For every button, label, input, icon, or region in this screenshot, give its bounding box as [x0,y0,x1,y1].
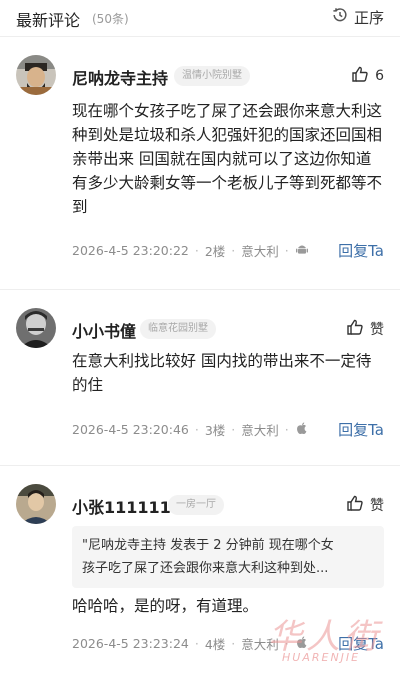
floor-number: 2楼 [204,244,226,259]
reply-button[interactable]: 回复Ta [338,419,384,440]
quote-text-line: 孩子吃了屎了还会跟你来意大利这种到处... [82,561,329,576]
like-count: 6 [375,68,384,84]
like-button[interactable]: 6 [351,65,384,87]
floor-number: 3楼 [204,423,226,438]
comment-item: 小张111111 一房一厅 赞 "尼呐龙寺主持 发表于 2 分钟前 现在哪个女 … [0,466,400,675]
comment-body: 哈哈哈，是的呀，有道理。 [72,597,259,615]
user-badge: 温情小院别墅 [174,66,250,86]
avatar[interactable] [16,484,56,524]
clock-icon [331,6,349,28]
thumbs-up-icon [346,318,364,340]
section-title: 最新评论 [16,11,81,30]
reply-button[interactable]: 回复Ta [338,633,384,654]
like-count: 赞 [370,498,384,514]
quoted-comment[interactable]: "尼呐龙寺主持 发表于 2 分钟前 现在哪个女 孩子吃了屎了还会跟你来意大利这种… [72,526,384,588]
username[interactable]: 尼呐龙寺主持 [72,65,168,89]
location: 意大利 [241,244,279,259]
sort-order-button[interactable]: 正序 [331,5,384,29]
avatar[interactable] [16,55,56,95]
avatar[interactable] [16,308,56,348]
comment-meta: 2026-4-5 23:23:24 · 4楼 · 意大利 · [72,634,309,653]
location: 意大利 [241,423,279,438]
reply-button[interactable]: 回复Ta [338,240,384,261]
like-button[interactable]: 赞 [346,494,384,516]
username[interactable]: 小小书僮 [72,318,136,342]
comment-body: 在意大利找比较好 国内找的带出来不一定待的住 [72,352,372,394]
thumbs-up-icon [351,65,369,87]
android-icon [295,242,309,259]
thumbs-up-icon [346,494,364,516]
location: 意大利 [241,637,279,652]
like-count: 赞 [370,322,384,338]
comment-item: 尼呐龙寺主持 温情小院别墅 6 现在哪个女孩子吃了屎了还会跟你来意大利这种到处是… [0,37,400,289]
quote-text-line: "尼呐龙寺主持 发表于 2 分钟前 现在哪个女 [82,538,334,553]
user-badge: 一房一厅 [168,495,224,515]
sort-label: 正序 [353,8,384,27]
like-button[interactable]: 赞 [346,318,384,340]
apple-icon [295,421,309,438]
user-badge: 临意花园别墅 [140,319,216,339]
comment-item: 小小书僮 临意花园别墅 赞 在意大利找比较好 国内找的带出来不一定待的住 202… [0,290,400,465]
apple-icon [295,635,309,652]
timestamp: 2026-4-5 23:23:24 [72,636,189,651]
comment-meta: 2026-4-5 23:20:46 · 3楼 · 意大利 · [72,420,309,439]
comments-header: 最新评论 (50条) 正序 [0,0,400,36]
comment-count: (50条) [92,12,129,26]
comment-meta: 2026-4-5 23:20:22 · 2楼 · 意大利 · [72,241,309,260]
username[interactable]: 小张111111 [72,494,171,518]
comment-body: 现在哪个女孩子吃了屎了还会跟你来意大利这种到处是垃圾和杀人犯强奸犯的国家还回国相… [72,102,383,216]
timestamp: 2026-4-5 23:20:46 [72,422,189,437]
comments-page: 最新评论 (50条) 正序 尼呐龙寺主持 温情小院别墅 6 现在哪个女孩子吃了屎… [0,0,400,675]
floor-number: 4楼 [204,637,226,652]
timestamp: 2026-4-5 23:20:22 [72,243,189,258]
